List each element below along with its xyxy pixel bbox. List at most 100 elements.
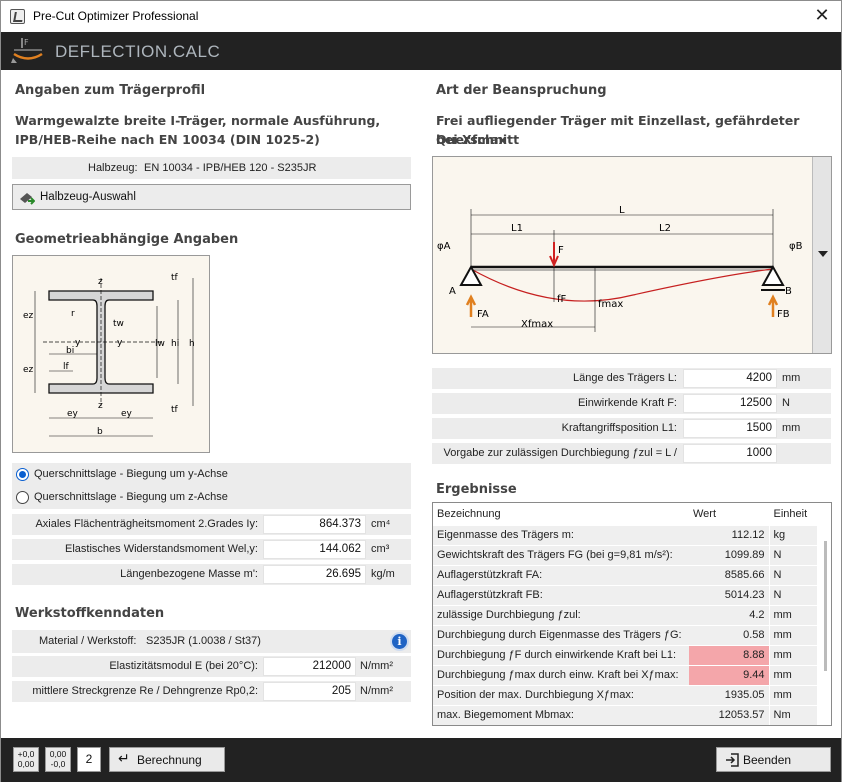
halbzeug-select-label: Halbzeug-Auswahl: [40, 191, 136, 203]
table-row[interactable]: Durchbiegung durch Eigenmasse des Träger…: [433, 625, 817, 646]
field-unit-l1: mm: [782, 422, 801, 434]
close-icon[interactable]: ✕: [811, 5, 833, 27]
decimals-count-field[interactable]: 2: [77, 747, 101, 772]
result-value: 1935.05: [689, 685, 769, 706]
table-row[interactable]: zulässige Durchbiegung ƒzul: 4.2 mm: [433, 605, 817, 626]
field-input-l1[interactable]: 1500: [683, 419, 777, 438]
info-icon[interactable]: i: [390, 632, 409, 651]
field-input-wel[interactable]: 144.062: [263, 540, 366, 559]
material-label: Material / Werkstoff:: [39, 635, 137, 647]
field-input-force[interactable]: 12500: [683, 394, 777, 413]
table-row[interactable]: max. Biegemoment Mbmax: 12053.57 Nm: [433, 705, 817, 725]
tw-label: tw: [113, 319, 124, 329]
load-case-diagram: L L1 L2 F φA φB A B FA FB fF fmax Xfmax: [432, 156, 832, 354]
geometry-heading: Geometrieabhängige Angaben: [15, 232, 239, 247]
radio-row-y[interactable]: Querschnittslage - Biegung um y-Achse: [12, 463, 411, 486]
field-label-iy: Axiales Flächenträgheitsmoment 2.Grades …: [35, 518, 258, 530]
calculate-button[interactable]: ↵ Berechnung: [109, 747, 225, 772]
field-label-force: Einwirkende Kraft F:: [577, 397, 677, 409]
bi-label: bi: [66, 346, 74, 356]
exit-door-icon: [726, 753, 739, 767]
B-label: B: [785, 286, 792, 297]
result-value: 8585.66: [689, 565, 769, 586]
result-name: Eigenmasse des Trägers m:: [433, 525, 689, 546]
field-input-mass[interactable]: 26.695: [263, 565, 366, 584]
results-header-name: Bezeichnung: [433, 503, 689, 526]
ey-left-label: ey: [67, 409, 79, 419]
result-name: zulässige Durchbiegung ƒzul:: [433, 605, 689, 626]
h-label: h: [189, 339, 195, 349]
decimals-increase-button[interactable]: +0,0 0,00: [13, 747, 39, 772]
decimals-decrease-line1: 0,00: [49, 749, 67, 759]
field-input-e[interactable]: 212000: [263, 657, 356, 676]
radio-y-label: Querschnittslage - Biegung um y-Achse: [34, 468, 228, 480]
result-value: 5014.23: [689, 585, 769, 606]
table-row[interactable]: Gewichtskraft des Trägers FG (bei g=9,81…: [433, 545, 817, 566]
beam-load-drawing: L L1 L2 F φA φB A B FA FB fF fmax Xfmax: [437, 205, 803, 332]
halbzeug-label: Halbzeug:: [88, 162, 138, 174]
profile-desc-1: Warmgewalzte breite I-Träger, normale Au…: [15, 113, 381, 128]
radio-row-z[interactable]: Querschnittslage - Biegung um z-Achse: [12, 486, 411, 509]
field-input-iy[interactable]: 864.373: [263, 515, 366, 534]
result-value-warning: 9.44: [689, 665, 769, 686]
field-label-fzul: Vorgabe zur zulässigen Durchbiegung ƒzul…: [443, 447, 678, 459]
beam-select-icon: [20, 193, 35, 205]
result-value: 1099.89: [689, 545, 769, 566]
field-input-fzul[interactable]: 1000: [683, 444, 777, 463]
r-label: r: [71, 309, 75, 319]
decimals-increase-line1: +0,0: [17, 749, 35, 759]
results-scrollbar[interactable]: [824, 541, 827, 671]
result-unit: mm: [768, 685, 817, 706]
chevron-down-icon: [818, 251, 828, 257]
result-unit: mm: [768, 665, 817, 686]
L-label: L: [619, 205, 625, 216]
load-case-dropdown[interactable]: [812, 157, 831, 353]
result-name: Gewichtskraft des Trägers FG (bei g=9,81…: [433, 545, 689, 566]
fmax-label: fmax: [598, 299, 623, 310]
halbzeug-select-button[interactable]: Halbzeug-Auswahl: [12, 184, 411, 210]
quit-button[interactable]: Beenden: [716, 747, 831, 772]
fF-label: fF: [557, 294, 567, 305]
radio-y-axis[interactable]: [16, 468, 29, 481]
field-row-mass: Längenbezogene Masse m': 26.695 kg/m: [12, 564, 411, 585]
result-name: max. Biegemoment Mbmax:: [433, 705, 689, 725]
app-header: F DEFLECTION.CALC: [1, 32, 841, 70]
field-unit-wel: cm³: [371, 543, 390, 555]
results-header-unit: Einheit: [768, 503, 817, 526]
field-row-e: Elastizitätsmodul E (bei 20°C): 212000 N…: [12, 656, 411, 677]
phiA-label: φA: [437, 241, 451, 252]
decimals-decrease-button[interactable]: 0,00 -0,0: [45, 747, 71, 772]
b-label: b: [97, 427, 103, 437]
field-unit-iy: cm⁴: [371, 518, 391, 530]
table-row[interactable]: Eigenmasse des Trägers m: 112.12 kg: [433, 525, 817, 546]
field-label-e: Elastizitätsmodul E (bei 20°C):: [109, 660, 258, 672]
table-row-warning[interactable]: Durchbiegung ƒF durch einwirkende Kraft …: [433, 645, 817, 666]
field-unit-force: N: [782, 397, 790, 409]
z-top-label: z: [98, 277, 103, 287]
result-name: Durchbiegung ƒF durch einwirkende Kraft …: [433, 645, 689, 666]
window-title: Pre-Cut Optimizer Professional: [33, 9, 199, 23]
y-left-label: y: [75, 338, 81, 348]
lw-label: lw: [155, 339, 165, 349]
field-unit-mass: kg/m: [371, 568, 395, 580]
ez-bottom-label: ez: [23, 365, 34, 375]
tf-bottom-label: tf: [171, 405, 179, 415]
field-input-length[interactable]: 4200: [683, 369, 777, 388]
result-value: 112.12: [689, 525, 769, 546]
field-row-length: Länge des Trägers L: 4200 mm: [432, 368, 831, 389]
FA-label: FA: [477, 309, 489, 320]
table-row-warning[interactable]: Durchbiegung ƒmax durch einw. Kraft bei …: [433, 665, 817, 686]
lf-label: lf: [63, 362, 70, 372]
table-row[interactable]: Auflagerstützkraft FB: 5014.23 N: [433, 585, 817, 606]
tf-top-label: tf: [171, 273, 179, 283]
table-row[interactable]: Position der max. Durchbiegung Xƒmax: 193…: [433, 685, 817, 706]
calculate-label: Berechnung: [137, 753, 202, 767]
L1-label: L1: [511, 223, 523, 234]
material-row: Material / Werkstoff: S235JR (1.0038 / S…: [12, 630, 411, 653]
table-row[interactable]: Auflagerstützkraft FA: 8585.66 N: [433, 565, 817, 586]
radio-z-axis[interactable]: [16, 491, 29, 504]
field-input-re[interactable]: 205: [263, 682, 356, 701]
results-table[interactable]: Bezeichnung Wert Einheit Eigenmasse des …: [432, 502, 832, 726]
field-row-l1: Kraftangriffsposition L1: 1500 mm: [432, 418, 831, 439]
svg-text:F: F: [24, 38, 29, 47]
